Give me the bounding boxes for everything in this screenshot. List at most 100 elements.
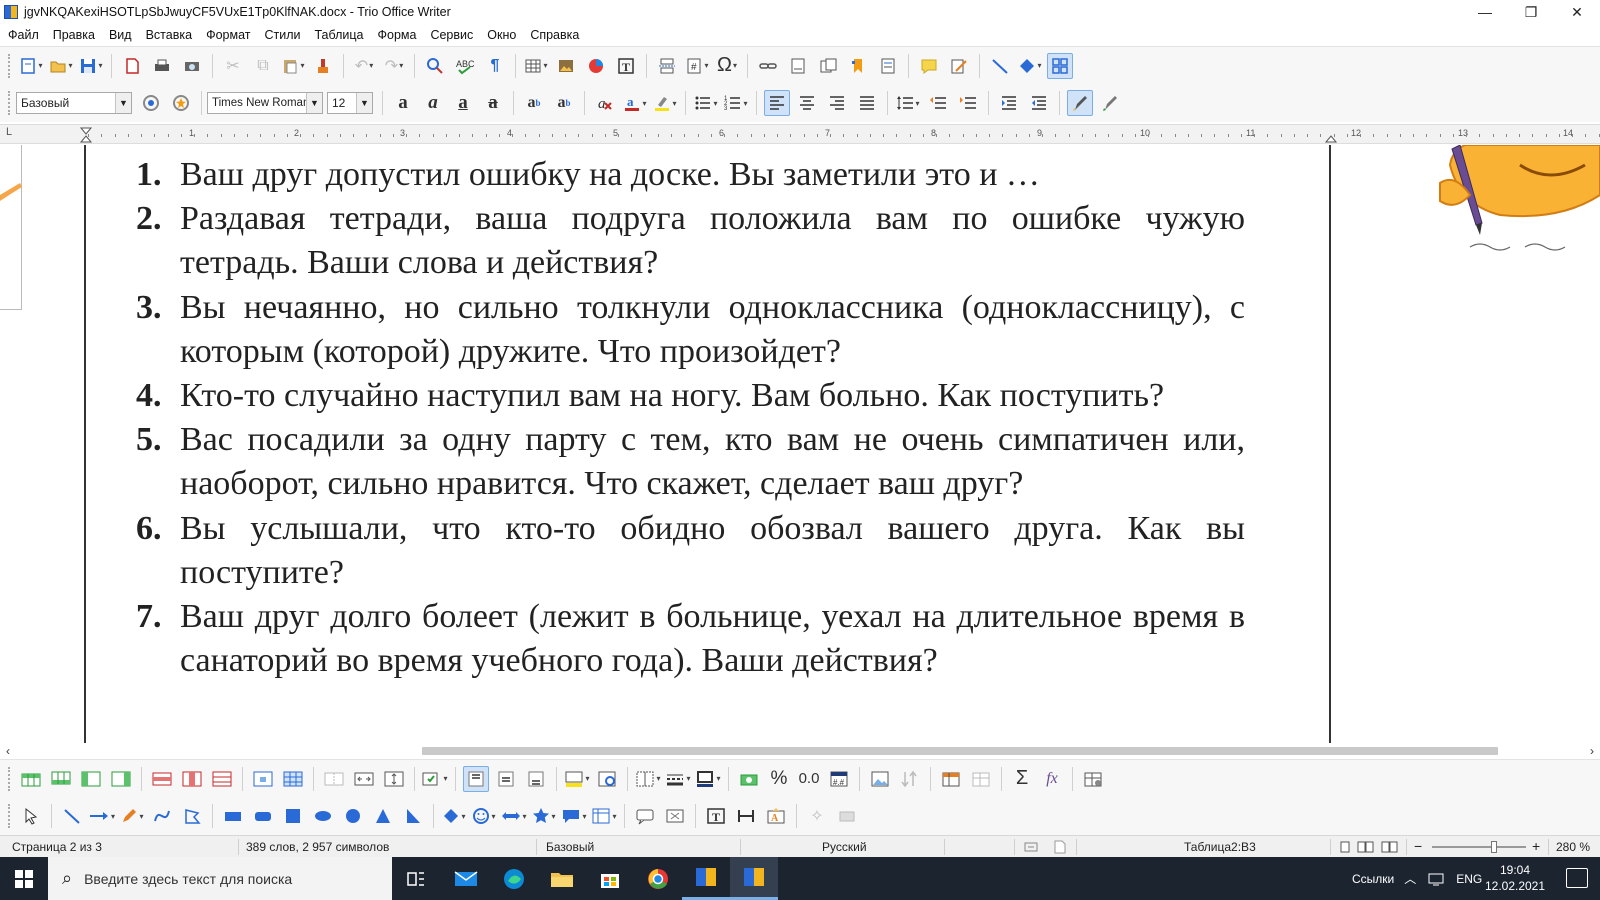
spelling-icon[interactable]: ABC <box>452 53 478 79</box>
scroll-right-icon[interactable]: › <box>1584 743 1600 759</box>
square-icon[interactable] <box>280 803 306 829</box>
bullet-list-icon[interactable]: ▾ <box>693 90 719 116</box>
menu-table[interactable]: Таблица <box>314 28 363 42</box>
font-color-icon[interactable]: a ▾ <box>622 90 648 116</box>
export-pdf-icon[interactable] <box>119 53 145 79</box>
menu-window[interactable]: Окно <box>487 28 516 42</box>
mail-app-icon[interactable] <box>442 857 490 900</box>
edge-browser-icon[interactable] <box>490 857 538 900</box>
table-cell-background-icon[interactable]: ▾ <box>564 766 590 792</box>
list-item[interactable]: 7. Ваш друг долго болеет (лежит в больниц… <box>130 595 1245 683</box>
notifications-icon[interactable] <box>1566 868 1588 888</box>
align-top-icon[interactable] <box>463 765 489 792</box>
split-cells-icon[interactable] <box>351 766 377 792</box>
clear-formatting-icon[interactable]: a <box>592 90 618 116</box>
insert-rows-above-icon[interactable] <box>18 766 44 792</box>
list-item[interactable]: 1. Ваш друг допустил ошибку на доске. Вы … <box>130 153 1245 197</box>
toolbar-grip[interactable] <box>8 804 12 828</box>
print-icon[interactable] <box>149 53 175 79</box>
menu-edit[interactable]: Правка <box>53 28 95 42</box>
align-right-icon[interactable] <box>824 90 850 116</box>
superscript-icon[interactable]: ab <box>521 90 547 116</box>
increase-indent-icon[interactable] <box>996 90 1022 116</box>
find-replace-icon[interactable] <box>422 53 448 79</box>
network-icon[interactable] <box>1428 872 1444 886</box>
insert-cross-reference-icon[interactable] <box>875 53 901 79</box>
new-document-icon[interactable]: ▾ <box>18 53 44 79</box>
page-indicator[interactable]: Страница 2 из 3 <box>12 840 102 854</box>
undo-icon[interactable]: ↶ ▾ <box>351 53 377 79</box>
insert-footnote-icon[interactable] <box>785 53 811 79</box>
update-style-icon[interactable] <box>138 90 164 116</box>
insert-columns-after-icon[interactable] <box>108 766 134 792</box>
paragraph-style-select[interactable]: Базовый ▼ <box>16 92 132 114</box>
border-color-icon[interactable]: ▾ <box>695 766 721 792</box>
rounded-rectangle-icon[interactable] <box>250 803 276 829</box>
select-pointer-icon[interactable] <box>18 803 44 829</box>
formatting-marks-icon[interactable]: ¶ <box>482 53 508 79</box>
freeform-pen-icon[interactable]: ▾ <box>119 803 145 829</box>
insert-horizontal-line-icon[interactable] <box>733 803 759 829</box>
menu-styles[interactable]: Стили <box>264 28 300 42</box>
borders-icon[interactable]: ▾ <box>635 766 661 792</box>
draw-curve-icon[interactable] <box>149 803 175 829</box>
insert-hyperlink-icon[interactable] <box>755 53 781 79</box>
cut-icon[interactable]: ✂ <box>220 53 246 79</box>
zoom-slider-thumb[interactable] <box>1491 841 1497 853</box>
menu-help[interactable]: Справка <box>530 28 579 42</box>
center-vertically-icon[interactable] <box>493 766 519 792</box>
insert-textbox-icon[interactable]: T <box>613 53 639 79</box>
taskbar-clock[interactable]: 19:04 12.02.2021 <box>1480 862 1550 894</box>
insert-table-icon[interactable]: ▾ <box>523 53 549 79</box>
menu-file[interactable]: Файл <box>8 28 39 42</box>
chevron-down-icon[interactable]: ▼ <box>115 93 131 113</box>
border-style-icon[interactable]: ▾ <box>665 766 691 792</box>
table-dialog-icon[interactable] <box>968 766 994 792</box>
zoom-in-icon[interactable]: + <box>1532 838 1540 854</box>
print-preview-icon[interactable] <box>179 53 205 79</box>
insert-fontwork-icon[interactable]: A <box>763 803 789 829</box>
close-button[interactable]: ✕ <box>1554 0 1600 24</box>
menu-form[interactable]: Форма <box>378 28 417 42</box>
draw-line-icon[interactable] <box>59 803 85 829</box>
flowchart-icon[interactable]: ▾ <box>591 803 617 829</box>
glue-points-icon[interactable] <box>834 803 860 829</box>
subscript-icon[interactable]: ab <box>551 90 577 116</box>
autoformat-styles-icon[interactable] <box>594 766 620 792</box>
horizontal-ruler[interactable]: L 1 2 3 4 5 6 7 8 9 10 11 12 13 14 <box>0 124 1600 144</box>
split-table-icon[interactable] <box>381 766 407 792</box>
trio-office-app-icon[interactable] <box>682 857 730 900</box>
toolbar-grip[interactable] <box>8 53 12 78</box>
task-view-icon[interactable] <box>392 857 440 900</box>
sort-icon[interactable] <box>897 766 923 792</box>
view-layout-icon[interactable] <box>1340 840 1400 854</box>
list-item[interactable]: 3. Вы нечаянно, но сильно толкнули однокл… <box>130 286 1245 374</box>
chevron-down-icon[interactable]: ▼ <box>356 93 372 113</box>
basic-shapes-diamond-icon[interactable]: ▾ <box>441 803 467 829</box>
trio-writer-app-icon[interactable] <box>730 857 778 900</box>
set-paragraph-style-icon[interactable] <box>1067 90 1093 116</box>
insert-rows-below-icon[interactable] <box>48 766 74 792</box>
list-item[interactable]: 4. Кто-то случайно наступил вам на ногу. … <box>130 374 1245 418</box>
delete-columns-icon[interactable] <box>179 766 205 792</box>
insert-comment-icon[interactable] <box>916 53 942 79</box>
open-folder-icon[interactable]: ▾ <box>48 53 74 79</box>
insert-columns-before-icon[interactable] <box>78 766 104 792</box>
clone-formatting-icon[interactable] <box>310 53 336 79</box>
sum-icon[interactable]: Σ <box>1009 766 1035 792</box>
horizontal-scrollbar[interactable]: ‹ › <box>0 743 1600 759</box>
select-table-icon[interactable] <box>280 766 306 792</box>
justify-icon[interactable] <box>854 90 880 116</box>
insert-bookmark-icon[interactable] <box>845 53 871 79</box>
merge-cells-icon[interactable] <box>321 766 347 792</box>
new-style-icon[interactable] <box>168 90 194 116</box>
basic-shapes-icon[interactable]: ▾ <box>1017 53 1043 79</box>
track-changes-icon[interactable] <box>946 53 972 79</box>
draw-arrow-icon[interactable]: ▾ <box>89 803 115 829</box>
document-modified-icon[interactable] <box>1054 840 1066 854</box>
ellipse-icon[interactable] <box>310 803 336 829</box>
right-indent-marker-icon[interactable] <box>1325 127 1337 143</box>
zoom-level[interactable]: 280 % <box>1556 840 1590 854</box>
insert-chart-icon[interactable] <box>583 53 609 79</box>
numbered-list-icon[interactable]: 1 2 3 ▾ <box>723 90 749 116</box>
